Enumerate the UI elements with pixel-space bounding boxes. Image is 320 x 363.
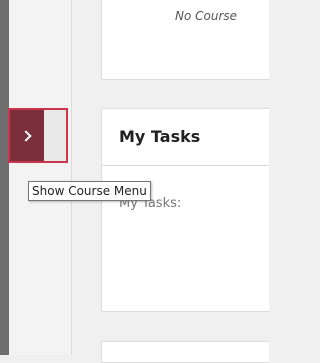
show-course-menu-button[interactable]	[8, 108, 68, 163]
course-module: No Course	[101, 0, 269, 80]
no-course-message: No Course	[175, 9, 238, 23]
module-header: My Tasks	[102, 109, 269, 166]
next-module	[101, 341, 269, 363]
toggle-tab[interactable]	[10, 110, 44, 161]
left-gutter	[9, 0, 72, 355]
module-title: My Tasks	[119, 127, 201, 146]
my-tasks-module: My Tasks My Tasks:	[101, 108, 269, 312]
chevron-right-icon	[20, 129, 32, 142]
left-edge-strip	[0, 0, 9, 355]
tooltip: Show Course Menu	[28, 181, 151, 201]
